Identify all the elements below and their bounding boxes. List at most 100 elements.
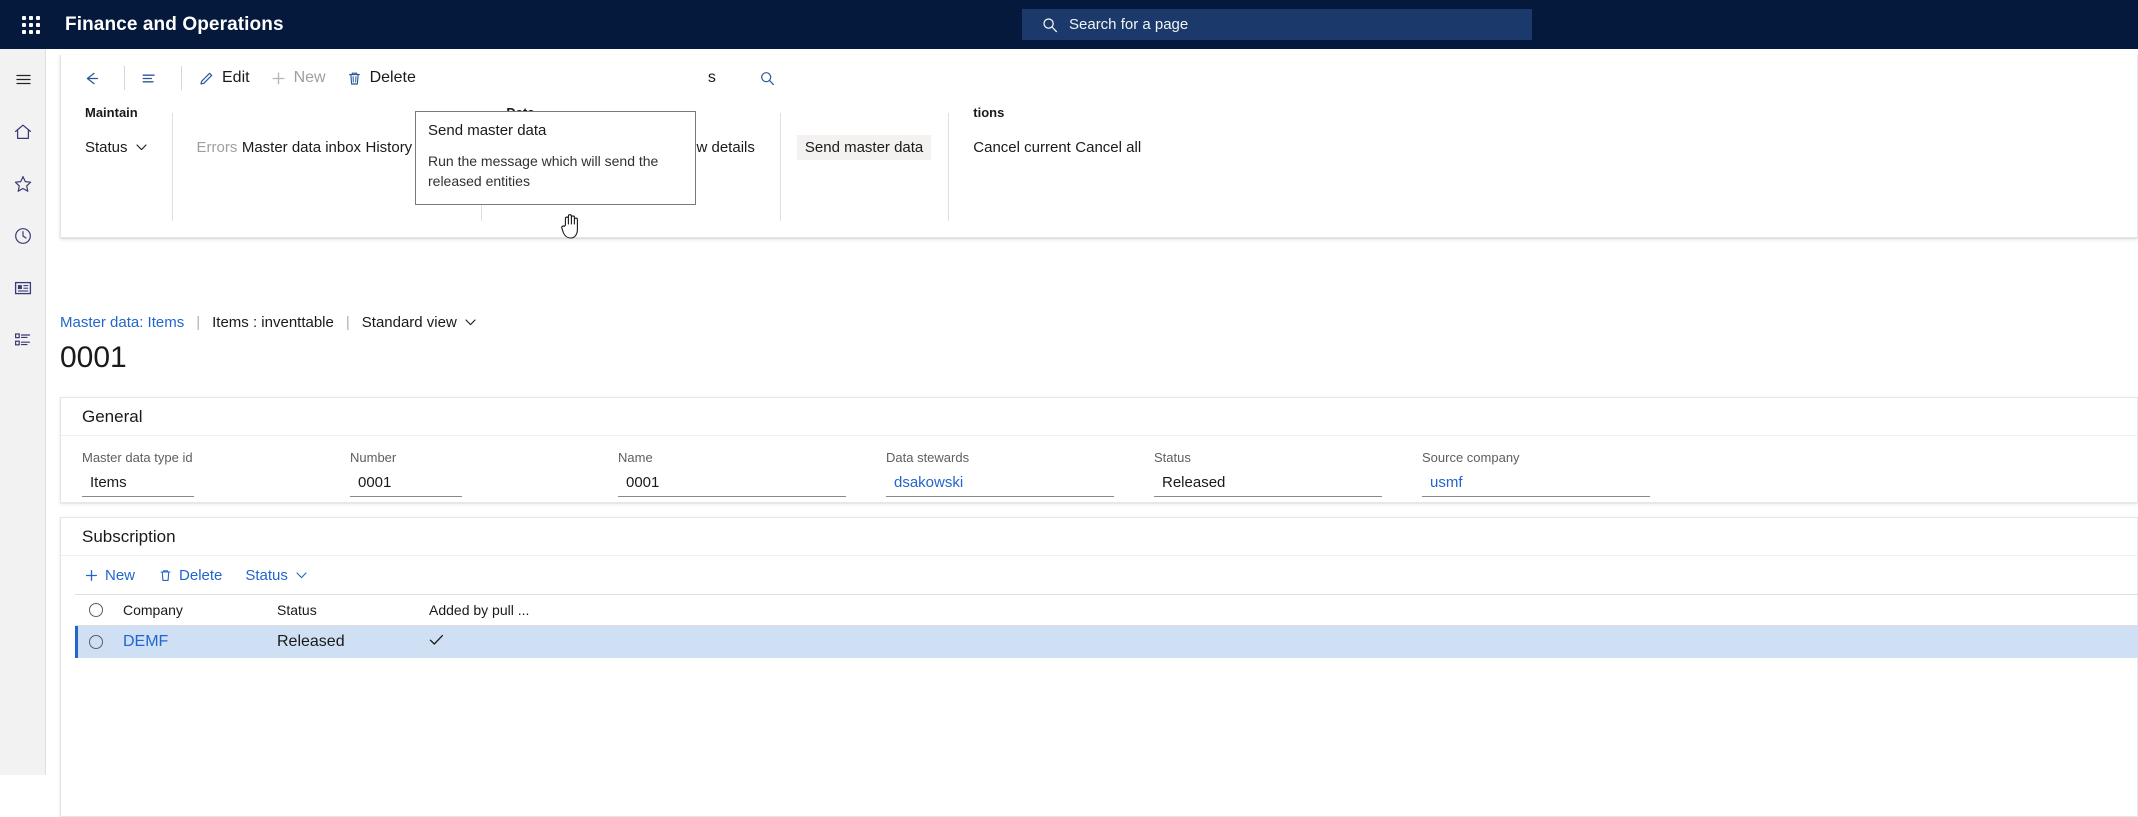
home-button[interactable] <box>0 110 46 153</box>
search-placeholder: Search for a page <box>1069 16 1188 33</box>
ribbon-item-label: Send master data <box>805 139 923 156</box>
recent-button[interactable] <box>0 214 46 257</box>
ribbon-item-label: Status <box>85 139 128 156</box>
edit-label: Edit <box>222 69 250 87</box>
view-selector-label: Standard view <box>362 314 457 331</box>
column-header-company[interactable]: Company <box>117 602 277 618</box>
cell-status: Released <box>277 633 429 651</box>
breadcrumb-separator: | <box>196 314 200 331</box>
left-navigation-rail <box>0 49 46 775</box>
search-icon <box>759 70 776 87</box>
company-link[interactable]: DEMF <box>123 633 168 650</box>
checkmark-icon <box>429 634 444 646</box>
list-icon <box>13 330 33 350</box>
field-source-company: Source company usmf <box>1422 450 1690 497</box>
field-value[interactable]: 0001 <box>350 472 462 497</box>
grid-header-row: Company Status Added by pull ... <box>75 594 2138 626</box>
grid-delete-button[interactable]: Delete <box>149 560 231 590</box>
subscription-section-heading: Subscription <box>61 518 2137 556</box>
chevron-down-icon <box>136 144 147 151</box>
chevron-down-icon <box>465 319 476 326</box>
row-select-radio[interactable] <box>75 635 117 649</box>
ribbon-item-status[interactable]: Status <box>77 135 155 160</box>
cell-added-by-pull <box>429 633 629 651</box>
plus-icon <box>270 70 287 87</box>
field-value[interactable]: Items <box>82 472 194 497</box>
field-value[interactable]: usmf <box>1422 472 1650 497</box>
options-button[interactable]: s <box>427 61 725 95</box>
cell-company: DEMF <box>117 633 277 651</box>
breadcrumb: Master data: Items | Items : inventtable… <box>60 314 476 331</box>
delete-button[interactable]: Delete <box>337 61 425 95</box>
page-search-button[interactable] <box>751 61 791 95</box>
command-separator-1 <box>124 66 125 90</box>
breadcrumb-entity: Items : inventtable <box>212 314 334 331</box>
field-value[interactable]: Released <box>1154 472 1382 497</box>
grid-status-label: Status <box>245 567 288 584</box>
radio-icon <box>89 635 103 649</box>
ribbon-group-title: tions <box>973 105 1141 120</box>
command-separator-2 <box>181 66 182 90</box>
field-label: Source company <box>1422 450 1690 465</box>
ribbon-group-maintain: Maintain Status <box>61 105 173 237</box>
star-icon <box>13 174 33 194</box>
field-number: Number 0001 <box>350 450 618 497</box>
new-button: New <box>261 61 335 95</box>
view-selector[interactable]: Standard view <box>362 314 476 331</box>
grid-new-button[interactable]: New <box>75 560 144 590</box>
plus-icon <box>84 568 99 583</box>
pencil-icon <box>198 70 215 87</box>
ribbon-item-cancel-current[interactable]: Cancel current <box>965 135 1079 160</box>
field-label: Name <box>618 450 886 465</box>
general-section-heading: General <box>61 398 2137 436</box>
app-title: Finance and Operations <box>65 14 284 36</box>
show-list-button[interactable] <box>132 61 172 95</box>
grid-delete-label: Delete <box>179 567 222 584</box>
home-icon <box>13 122 33 142</box>
ribbon-item-master-data-inbox[interactable]: Master data inbox <box>234 135 369 160</box>
table-row[interactable]: DEMF Released <box>75 626 2138 658</box>
trash-icon <box>158 568 173 583</box>
ribbon-item-send-master-data[interactable]: Send master data <box>797 135 931 160</box>
ribbon-item-cancel-all[interactable]: Cancel all <box>1067 135 1149 160</box>
ribbon-item-label: Master data inbox <box>242 139 361 156</box>
edit-button[interactable]: Edit <box>189 61 259 95</box>
waffle-grid-icon[interactable] <box>12 6 50 44</box>
field-name: Name 0001 <box>618 450 886 497</box>
select-all-radio[interactable] <box>75 603 117 617</box>
search-icon <box>1042 17 1058 33</box>
main-surface: Edit New De <box>46 49 2138 775</box>
field-value[interactable]: dsakowski <box>886 472 1114 497</box>
subscription-section: Subscription New Delete Status <box>60 517 2138 817</box>
ribbon-item-label: Cancel current <box>973 139 1071 156</box>
workspaces-button[interactable] <box>0 266 46 309</box>
modules-button[interactable] <box>0 318 46 361</box>
general-section: General Master data type id Items Number… <box>60 397 2138 503</box>
grid-status-button[interactable]: Status <box>236 560 316 590</box>
ribbon-item-label: Cancel all <box>1075 139 1141 156</box>
ribbon-group-actions: tions Cancel current Cancel all <box>949 105 1167 237</box>
top-navigation-bar: Finance and Operations Search for a page <box>0 0 2138 49</box>
nav-expand-button[interactable] <box>0 58 46 101</box>
back-button[interactable] <box>75 61 115 95</box>
tooltip-body: Run the message which will send the rele… <box>428 151 683 192</box>
search-input[interactable]: Search for a page <box>1022 9 1532 40</box>
field-label: Number <box>350 450 618 465</box>
favorites-button[interactable] <box>0 162 46 205</box>
subscription-toolbar: New Delete Status <box>61 556 2137 594</box>
column-header-status[interactable]: Status <box>277 602 429 618</box>
workspace-icon <box>13 278 33 298</box>
field-value[interactable]: 0001 <box>618 472 846 497</box>
breadcrumb-link-master-data-items[interactable]: Master data: Items <box>60 314 184 331</box>
ribbon-group-title: Maintain <box>85 105 147 120</box>
clock-icon <box>13 226 33 246</box>
breadcrumb-separator: | <box>346 314 350 331</box>
back-arrow-icon <box>83 70 100 87</box>
page-title: 0001 <box>60 341 127 375</box>
delete-label: Delete <box>370 69 416 87</box>
new-label: New <box>294 69 326 87</box>
radio-icon <box>89 603 103 617</box>
ribbon-item-label: Errors <box>197 139 238 156</box>
ribbon-group-send: Send master data <box>781 105 949 237</box>
column-header-added-by-pull[interactable]: Added by pull ... <box>429 602 629 618</box>
